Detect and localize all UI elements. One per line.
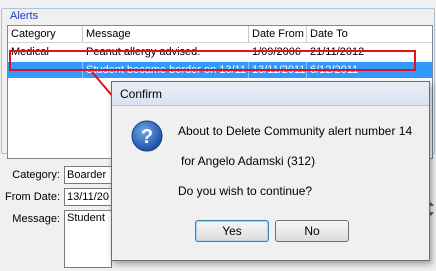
message-field[interactable]: Student bbox=[64, 210, 112, 268]
dialog-message-line3: Do you wish to continue? bbox=[178, 184, 313, 198]
category-field[interactable]: Boarder bbox=[64, 166, 112, 184]
dialog-titlebar[interactable]: Confirm bbox=[112, 82, 429, 106]
svg-text:?: ? bbox=[141, 126, 153, 148]
question-icon: ? bbox=[131, 120, 163, 152]
message-label: Message: bbox=[12, 213, 60, 225]
dialog-message-line1: About to Delete Community alert number 1… bbox=[178, 124, 413, 138]
category-label: Category: bbox=[12, 169, 60, 181]
from-date-field[interactable]: 13/11/20 bbox=[64, 188, 112, 206]
dialog-title: Confirm bbox=[120, 87, 163, 101]
confirm-dialog: Confirm ? About to Delete Community aler… bbox=[111, 81, 430, 261]
dialog-message-line2: for Angelo Adamski (312) bbox=[181, 154, 316, 168]
no-button[interactable]: No bbox=[275, 220, 349, 242]
from-date-label: From Date: bbox=[4, 191, 60, 203]
yes-button[interactable]: Yes bbox=[195, 220, 269, 242]
